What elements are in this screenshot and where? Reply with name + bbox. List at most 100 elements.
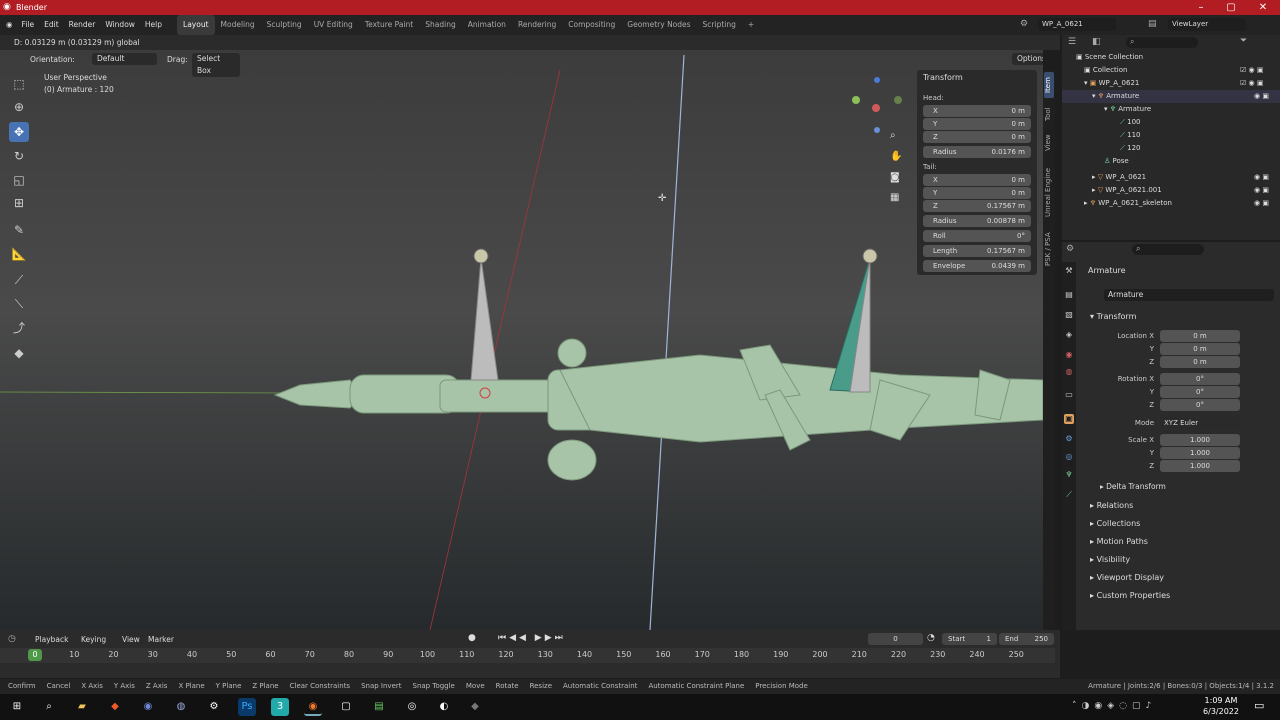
motion-paths-section[interactable]: ▸ Motion Paths — [1090, 537, 1148, 546]
menu-render[interactable]: Render — [64, 15, 101, 35]
tab-view[interactable]: View — [1044, 130, 1054, 156]
delta-transform-subpanel[interactable]: ▸ Delta Transform — [1100, 482, 1166, 491]
viewport-display-section[interactable]: ▸ Viewport Display — [1090, 573, 1164, 582]
relations-section[interactable]: ▸ Relations — [1090, 501, 1133, 510]
tab-scripting[interactable]: Scripting — [697, 15, 742, 35]
notes-app-icon[interactable]: ▢ — [337, 698, 355, 716]
envelope-field[interactable]: Envelope 0.0439 m — [923, 260, 1031, 272]
properties-editor-icon[interactable]: ⚙ — [1066, 244, 1074, 254]
playback-controls[interactable]: ⏮◀◀ ▶▶⏭ — [498, 633, 566, 643]
menu-help[interactable]: Help — [140, 15, 167, 35]
tab-texture-paint[interactable]: Texture Paint — [359, 15, 419, 35]
visibility-eye-icon[interactable]: ☑ ◉ ▣ — [1240, 77, 1263, 90]
photoshop-icon[interactable]: Ps — [238, 698, 256, 716]
keying-menu[interactable]: Keying — [81, 635, 106, 644]
tab-shading[interactable]: Shading — [419, 15, 461, 35]
options-dropdown[interactable]: Options — [1012, 53, 1043, 65]
record-icon[interactable]: ● — [468, 633, 476, 643]
scene-selector[interactable]: WP_A_0621 — [1038, 18, 1116, 31]
visibility-eye-icon[interactable]: ☑ ◉ ▣ — [1240, 64, 1263, 77]
transform-section-header[interactable]: ▾ Transform — [1090, 312, 1136, 321]
tab-layout[interactable]: Layout — [177, 15, 215, 35]
rotation-z-field[interactable]: 0° — [1160, 399, 1240, 411]
menu-file[interactable]: File — [17, 15, 40, 35]
head-radius-field[interactable]: Radius 0.0176 m — [923, 146, 1031, 158]
outliner-row[interactable]: ♙ Pose — [1062, 155, 1280, 168]
camera-icon[interactable]: ◙ — [890, 172, 900, 183]
head-y-field[interactable]: Y0 m — [923, 118, 1031, 130]
grid-view-icon[interactable]: ▦ — [890, 192, 899, 203]
marker-menu[interactable]: Marker — [148, 635, 174, 644]
visibility-eye-icon[interactable]: ◉ ▣ — [1254, 184, 1269, 197]
clock-date[interactable]: 6/3/2022 — [1196, 707, 1246, 716]
tab-compositing[interactable]: Compositing — [562, 15, 621, 35]
view-layer-selector[interactable]: ViewLayer — [1168, 18, 1246, 31]
tool-tab-icon[interactable]: ⚒ — [1064, 266, 1074, 276]
annotate-tool-icon[interactable]: ✎ — [9, 220, 29, 240]
view-menu[interactable]: View — [122, 635, 140, 644]
notification-icon[interactable]: ▭ — [1254, 699, 1264, 712]
select-tool-icon[interactable]: ⬚ — [9, 74, 29, 94]
envelope-tool-icon[interactable]: ◆ — [9, 343, 29, 363]
cursor-tool-icon[interactable]: ⊕ — [9, 97, 29, 117]
bone-tab-icon[interactable]: ⟋ — [1064, 490, 1074, 500]
orientation-dropdown[interactable]: Default — [92, 53, 157, 65]
tail-y-field[interactable]: Y0 m — [923, 187, 1031, 199]
settings-gear-icon[interactable]: ⚙ — [205, 698, 223, 716]
transform-tool-icon[interactable]: ⊞ — [9, 193, 29, 213]
custom-properties-section[interactable]: ▸ Custom Properties — [1090, 591, 1170, 600]
outliner-row[interactable]: ⟋ 100 — [1062, 116, 1280, 129]
tab-animation[interactable]: Animation — [462, 15, 512, 35]
playback-menu[interactable]: Playback — [35, 635, 68, 644]
object-name-field[interactable]: Armature — [1104, 289, 1274, 301]
system-tray-icons[interactable]: ˄◑◉◈◌▢♪ — [1072, 701, 1156, 711]
head-x-field[interactable]: X0 m — [923, 105, 1031, 117]
menu-window[interactable]: Window — [100, 15, 140, 35]
blender-menu-icon[interactable]: ◉ — [0, 15, 17, 35]
rotation-mode-dropdown[interactable]: XYZ Euler — [1160, 417, 1240, 429]
tail-x-field[interactable]: X0 m — [923, 174, 1031, 186]
timeline-editor-icon[interactable]: ◷ — [8, 634, 16, 644]
tab-rendering[interactable]: Rendering — [512, 15, 562, 35]
scale-tool-icon[interactable]: ◱ — [9, 170, 29, 190]
move-tool-icon[interactable]: ✥ — [9, 122, 29, 142]
media-player-icon[interactable]: ◐ — [435, 698, 453, 716]
length-field[interactable]: Length 0.17567 m — [923, 245, 1031, 257]
tab-uv-editing[interactable]: UV Editing — [308, 15, 359, 35]
filter-icon[interactable]: ⏷ — [1240, 36, 1247, 46]
location-z-field[interactable]: 0 m — [1160, 356, 1240, 368]
scale-x-field[interactable]: 1.000 — [1160, 434, 1240, 446]
app-3-icon[interactable]: 3 — [271, 698, 289, 716]
render-tab-icon[interactable]: ▤ — [1064, 290, 1074, 300]
3d-viewport[interactable]: Orientation: Default Drag: Select Box Op… — [0, 50, 1043, 630]
clock-time[interactable]: 1:09 AM — [1196, 696, 1246, 705]
tab-tool[interactable]: Tool — [1044, 102, 1054, 126]
outliner-row[interactable]: ▾ ♆ Armature — [1062, 103, 1280, 116]
collections-section[interactable]: ▸ Collections — [1090, 519, 1140, 528]
extrude-tool-icon[interactable]: ⤴ — [9, 318, 29, 338]
start-frame-field[interactable]: Start 1 — [942, 633, 997, 645]
rotation-y-field[interactable]: 0° — [1160, 386, 1240, 398]
visibility-eye-icon[interactable]: ◉ ▣ — [1254, 197, 1269, 210]
outliner-row[interactable]: ▾ ♆ Armature ◉ ▣ — [1062, 90, 1280, 103]
outliner-search-input[interactable]: ⌕ — [1126, 37, 1198, 48]
scale-y-field[interactable]: 1.000 — [1160, 447, 1240, 459]
measure-tool-icon[interactable]: 📐 — [9, 244, 29, 264]
tail-radius-field[interactable]: Radius 0.00878 m — [923, 215, 1031, 227]
visibility-section[interactable]: ▸ Visibility — [1090, 555, 1130, 564]
text-editor-icon[interactable]: ▤ — [370, 698, 388, 716]
outliner-editor-icon[interactable]: ☰ — [1068, 37, 1076, 47]
outliner-row[interactable]: ⟋ 120 — [1062, 142, 1280, 155]
add-workspace-button[interactable]: + — [742, 15, 760, 35]
steam-icon[interactable]: ◍ — [172, 698, 190, 716]
bone-size-tool-icon[interactable]: ⟍ — [9, 294, 29, 314]
timeline-ruler[interactable]: 0 10 20 30 40 50 60 70 80 90 100 110 120 130 140 150 160… — [0, 648, 1055, 663]
tab-item[interactable]: Item — [1044, 72, 1054, 98]
head-z-field[interactable]: Z0 m — [923, 131, 1031, 143]
tab-modeling[interactable]: Modeling — [215, 15, 261, 35]
maximize-icon[interactable]: ▢ — [1216, 0, 1246, 15]
windows-start-icon[interactable]: ⊞ — [8, 698, 26, 716]
outliner-row[interactable]: ▣ Scene Collection — [1062, 51, 1280, 64]
zoom-icon[interactable]: ⌕ — [890, 130, 896, 141]
file-explorer-icon[interactable]: ▰ — [73, 698, 91, 716]
